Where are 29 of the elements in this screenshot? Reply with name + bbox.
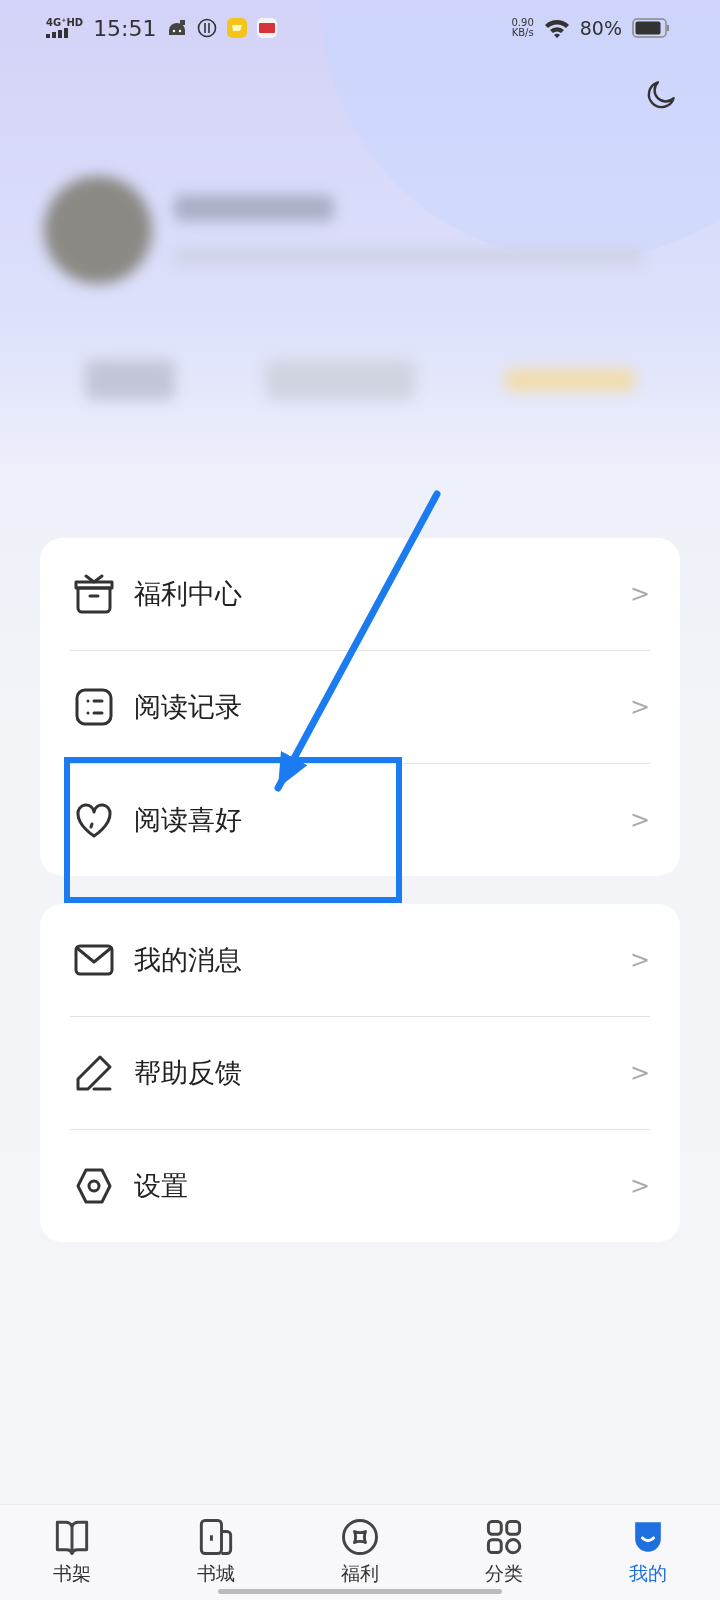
app-shortcut-icon [226, 18, 247, 38]
robot-icon [166, 18, 187, 38]
menu-item[interactable]: 阅读喜好 [134, 802, 614, 838]
chevron: > [629, 580, 650, 608]
chevron: > [629, 946, 650, 974]
news-app-icon [256, 18, 277, 38]
menu-item[interactable]: 福利中心 [134, 576, 614, 612]
speed-unit: KB/s [511, 28, 534, 39]
network-type: 4G⁺HD [46, 18, 84, 28]
chevron: > [629, 806, 650, 834]
menu-item[interactable]: 阅读记录 [134, 689, 614, 725]
tab[interactable]: 我的 [616, 1515, 680, 1600]
battery-percent: 80% [579, 17, 622, 39]
chevron: > [629, 693, 650, 721]
data-transfer-icon [196, 18, 217, 38]
signal-icon [46, 28, 68, 38]
battery-icon [632, 18, 670, 38]
menu-item[interactable]: 设置 [134, 1168, 614, 1204]
chevron: > [629, 1059, 650, 1087]
tab[interactable]: 分类 [472, 1515, 536, 1600]
tab[interactable]: 书架 [40, 1515, 104, 1600]
chevron: > [629, 1172, 650, 1200]
tab[interactable]: 福利 [328, 1515, 392, 1600]
wifi-icon [543, 18, 570, 38]
speed-value: 0.90 [511, 17, 534, 28]
tab[interactable]: 书城 [184, 1515, 248, 1600]
menu-item[interactable]: 帮助反馈 [134, 1055, 614, 1091]
menu-item[interactable]: 我的消息 [134, 942, 614, 978]
clock: 15:51 [93, 15, 157, 41]
